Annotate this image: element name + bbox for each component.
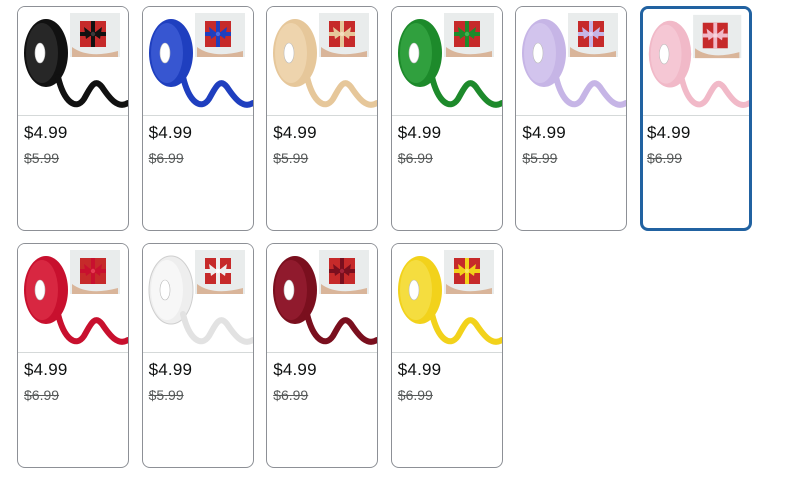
color-swatch-green[interactable]: $4.99 $6.99: [390, 6, 503, 231]
color-swatch-lavender[interactable]: $4.99 $5.99: [515, 6, 628, 231]
sale-price: $4.99: [397, 123, 442, 142]
ribbon-spool-image: [24, 250, 128, 345]
sale-price: $4.99: [148, 123, 193, 142]
color-swatch-beige[interactable]: $4.99 $5.99: [266, 6, 379, 231]
ribbon-image: [267, 244, 378, 353]
sale-price: $4.99: [24, 123, 68, 142]
ribbon-spool-image: [522, 13, 627, 108]
ribbon-image: [642, 9, 749, 116]
ribbon-spool-image: [397, 13, 502, 108]
sale-price: $4.99: [24, 360, 68, 379]
list-price: $5.99: [24, 150, 60, 166]
color-swatch-yellow[interactable]: $4.99 $6.99: [390, 243, 503, 468]
ribbon-spool-image: [24, 13, 128, 108]
color-swatch-royal-blue[interactable]: $4.99 $6.99: [141, 6, 254, 231]
ribbon-spool-image: [148, 13, 253, 108]
ribbon-image: [391, 7, 502, 116]
color-swatch-white[interactable]: $4.99 $5.99: [141, 243, 254, 468]
ribbon-image: [18, 244, 128, 353]
ribbon-spool-image: [397, 250, 502, 345]
list-price: $6.99: [646, 150, 683, 166]
list-price: $6.99: [397, 387, 433, 403]
list-price: $5.99: [522, 150, 558, 166]
ribbon-image: [142, 7, 253, 116]
ribbon-image: [267, 7, 378, 116]
list-price: $6.99: [148, 150, 184, 166]
list-price: $5.99: [148, 387, 184, 403]
sale-price: $4.99: [273, 360, 317, 379]
ribbon-image: [142, 244, 253, 353]
sale-price: $4.99: [397, 360, 442, 379]
color-swatch-grid: $4.99 $5.99 $4.99 $6.99 $4.99 $5.99 $4.99 $6.99…: [17, 6, 752, 468]
color-swatch-black[interactable]: $4.99 $5.99: [17, 6, 129, 231]
sale-price: $4.99: [522, 123, 566, 142]
color-swatch-burgundy[interactable]: $4.99 $6.99: [266, 243, 379, 468]
ribbon-image: [516, 7, 627, 116]
list-price: $6.99: [397, 150, 433, 166]
list-price: $6.99: [273, 387, 309, 403]
sale-price: $4.99: [646, 123, 691, 142]
ribbon-spool-image: [273, 13, 378, 108]
ribbon-spool-image: [648, 14, 749, 108]
color-swatch-red[interactable]: $4.99 $6.99: [17, 243, 129, 468]
ribbon-image: [391, 244, 502, 353]
ribbon-spool-image: [148, 250, 253, 345]
ribbon-spool-image: [273, 250, 378, 345]
color-swatch-pink[interactable]: $4.99 $6.99: [639, 6, 752, 231]
sale-price: $4.99: [148, 360, 193, 379]
sale-price: $4.99: [273, 123, 317, 142]
list-price: $6.99: [24, 387, 60, 403]
list-price: $5.99: [273, 150, 309, 166]
ribbon-image: [18, 7, 128, 116]
